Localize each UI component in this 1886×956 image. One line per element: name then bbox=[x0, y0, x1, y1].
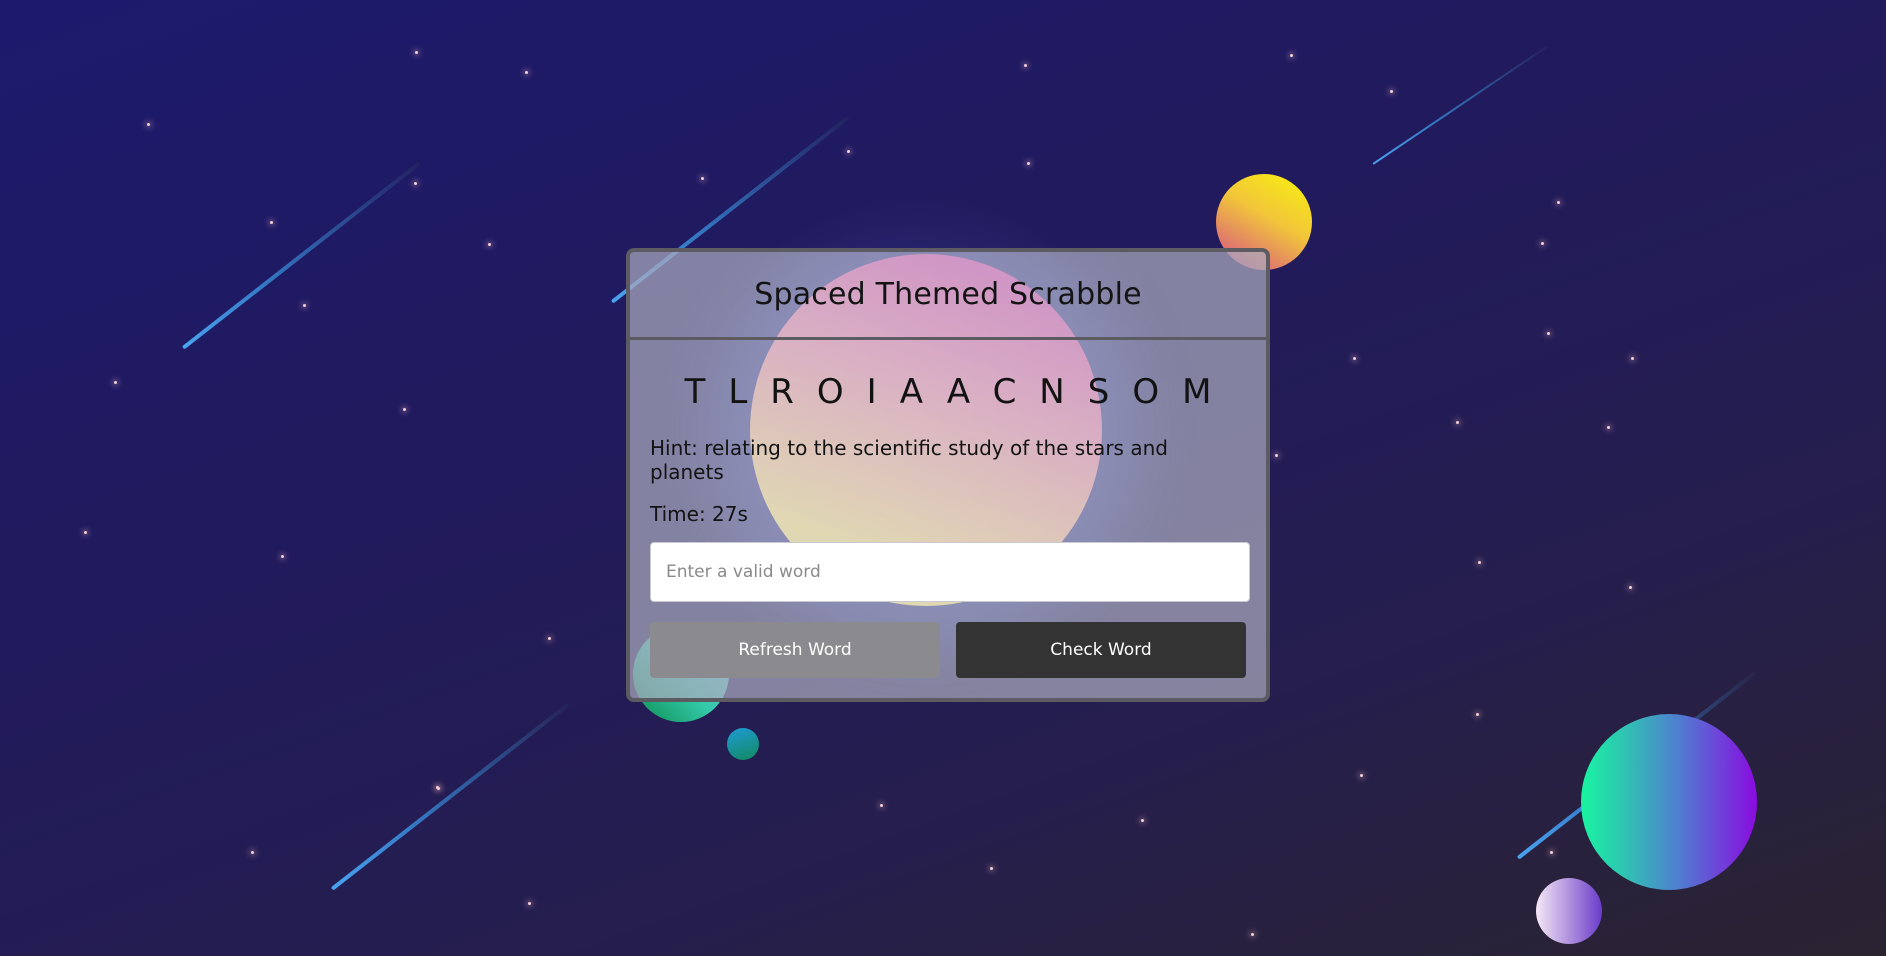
star bbox=[1550, 851, 1553, 854]
page-title: Spaced Themed Scrabble bbox=[754, 277, 1142, 312]
star bbox=[1478, 561, 1481, 564]
star bbox=[488, 243, 491, 246]
hint-text: Hint: relating to the scientific study o… bbox=[650, 436, 1168, 484]
card-header: Spaced Themed Scrabble bbox=[630, 252, 1266, 340]
star bbox=[1360, 774, 1363, 777]
star bbox=[1476, 713, 1479, 716]
star bbox=[847, 150, 850, 153]
star bbox=[403, 408, 406, 411]
gradient-planet bbox=[1581, 714, 1757, 890]
star bbox=[1141, 819, 1144, 822]
lavender-planet bbox=[1536, 878, 1602, 944]
star bbox=[990, 867, 993, 870]
star bbox=[548, 637, 551, 640]
card-body: TLROIAACNSOM Hint: relating to the scien… bbox=[630, 370, 1266, 678]
star bbox=[436, 786, 439, 789]
star bbox=[414, 182, 417, 185]
game-card: Spaced Themed Scrabble TLROIAACNSOM Hint… bbox=[626, 248, 1270, 702]
star bbox=[1541, 242, 1544, 245]
star bbox=[1390, 90, 1393, 93]
star bbox=[1024, 64, 1027, 67]
check-word-button[interactable]: Check Word bbox=[956, 622, 1246, 678]
star bbox=[147, 123, 150, 126]
star bbox=[1557, 201, 1560, 204]
small-blue-planet bbox=[727, 728, 759, 760]
star bbox=[1353, 357, 1356, 360]
star bbox=[528, 902, 531, 905]
star bbox=[1456, 421, 1459, 424]
star bbox=[525, 71, 528, 74]
shooting-star bbox=[1372, 45, 1548, 165]
shooting-star bbox=[330, 702, 570, 891]
star bbox=[1547, 332, 1550, 335]
star bbox=[701, 177, 704, 180]
star bbox=[415, 51, 418, 54]
star bbox=[84, 531, 87, 534]
star bbox=[251, 851, 254, 854]
star bbox=[1027, 162, 1030, 165]
star bbox=[1629, 586, 1632, 589]
star bbox=[1251, 933, 1254, 936]
timer-text: Time: 27s bbox=[650, 502, 748, 526]
star bbox=[880, 804, 883, 807]
star bbox=[1275, 454, 1278, 457]
star bbox=[114, 381, 117, 384]
word-input[interactable] bbox=[650, 542, 1250, 602]
star bbox=[303, 304, 306, 307]
scrambled-word: TLROIAACNSOM bbox=[684, 372, 1235, 412]
star bbox=[1290, 54, 1293, 57]
star bbox=[1631, 357, 1634, 360]
star bbox=[1607, 426, 1610, 429]
star bbox=[281, 555, 284, 558]
star bbox=[270, 221, 273, 224]
refresh-word-button[interactable]: Refresh Word bbox=[650, 622, 940, 678]
shooting-star bbox=[181, 161, 421, 350]
button-row: Refresh Word Check Word bbox=[650, 622, 1246, 678]
